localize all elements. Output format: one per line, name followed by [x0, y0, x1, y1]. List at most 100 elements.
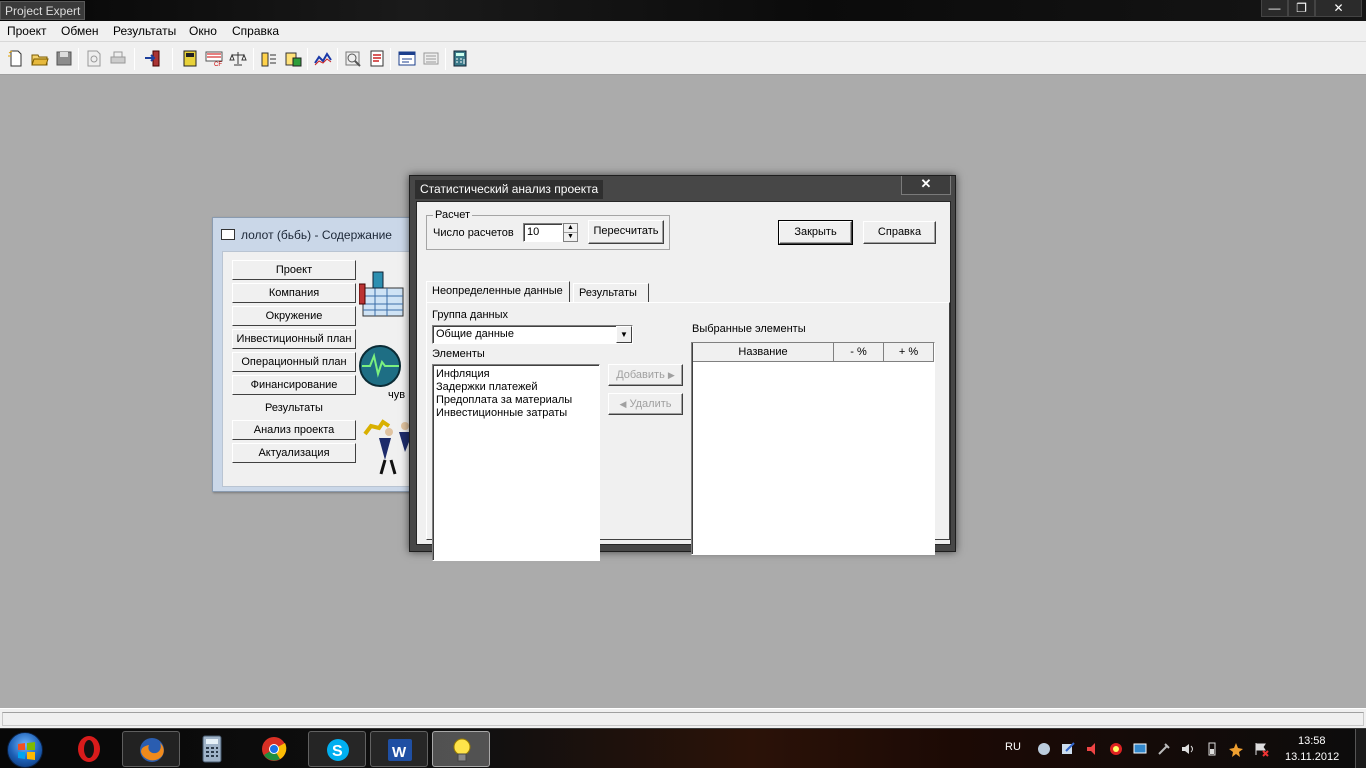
status-panel — [2, 712, 1364, 726]
new-document-icon[interactable] — [7, 50, 25, 67]
menu-window[interactable]: Окно — [189, 24, 217, 38]
nav-button-environment[interactable]: Окружение — [232, 306, 356, 326]
action-center-flag-icon[interactable] — [1253, 741, 1269, 757]
toolbar-separator — [307, 48, 308, 70]
tray-network-icon[interactable] — [1132, 741, 1148, 757]
menu-results[interactable]: Результаты — [113, 24, 176, 38]
analysis-icon[interactable] — [344, 50, 362, 67]
calculation-group: Расчет Число расчетов 10 ▲ ▼ Пересчитать — [426, 209, 670, 250]
print-icon[interactable] — [109, 50, 127, 67]
taskbar-app-word[interactable]: W — [370, 731, 428, 767]
table-icon[interactable] — [260, 50, 278, 67]
child-window-title-text: лолот (бьбь) - Содержание — [241, 228, 392, 242]
arrow-left-icon: ◀ — [619, 399, 627, 409]
language-indicator[interactable]: RU — [1005, 741, 1021, 753]
add-button-label: Добавить — [616, 369, 665, 381]
nav-button-results[interactable]: Результаты — [232, 398, 356, 418]
taskbar-app-project-expert[interactable] — [432, 731, 490, 767]
nav-button-investment-plan[interactable]: Инвестиционный план — [232, 329, 356, 349]
help-button[interactable]: Справка — [863, 221, 936, 244]
nav-button-company[interactable]: Компания — [232, 283, 356, 303]
balance-icon[interactable] — [229, 50, 247, 67]
list-item[interactable]: Инфляция — [433, 368, 599, 381]
nav-button-project-analysis[interactable]: Анализ проекта — [232, 420, 356, 440]
taskbar-app-skype[interactable]: S — [308, 731, 366, 767]
calc-count-field[interactable]: 10 — [523, 223, 563, 242]
open-folder-icon[interactable] — [31, 50, 49, 67]
toolbar-separator — [134, 48, 135, 70]
project-contents-window: лолот (бьбь) - Содержание Проект Компани… — [212, 217, 422, 492]
column-header-plus-percent[interactable]: + % — [884, 343, 934, 362]
selected-elements-table[interactable]: Название - % + % — [691, 342, 935, 555]
toolbar: CF — [0, 42, 1366, 75]
svg-text:W: W — [392, 744, 407, 761]
close-window-button[interactable]: ✕ — [1315, 0, 1362, 17]
taskbar-app-calculator[interactable] — [183, 731, 241, 767]
spinner-up-icon[interactable]: ▲ — [564, 224, 577, 233]
minimize-button[interactable]: — — [1261, 0, 1288, 17]
main-title-bar: Project Expert — ❐ ✕ — [0, 0, 1366, 21]
tray-edit-icon[interactable] — [1060, 741, 1076, 757]
chart-report-icon[interactable] — [284, 50, 302, 67]
add-button[interactable]: Добавить ▶ — [608, 364, 683, 386]
clock-date[interactable]: 13.11.2012 — [1285, 751, 1339, 763]
clock-time[interactable]: 13:58 — [1298, 735, 1326, 747]
spinner-down-icon[interactable]: ▼ — [564, 233, 577, 241]
start-button[interactable] — [7, 732, 43, 768]
close-button[interactable]: Закрыть — [778, 220, 853, 245]
list-item[interactable]: Предоплата за материалы — [433, 394, 599, 407]
window-icon[interactable] — [398, 50, 416, 67]
tray-skype-icon[interactable] — [1036, 741, 1052, 757]
toolbar-separator — [253, 48, 254, 70]
list-item[interactable]: Задержки платежей — [433, 381, 599, 394]
selected-elements-label: Выбранные элементы — [692, 323, 806, 335]
recalculate-button[interactable]: Пересчитать — [588, 220, 664, 244]
remove-button[interactable]: ◀ Удалить — [608, 393, 683, 415]
taskbar-app-firefox[interactable] — [122, 731, 180, 767]
menu-project[interactable]: Проект — [7, 24, 47, 38]
exit-icon[interactable] — [144, 50, 162, 67]
dialog-close-button[interactable]: ✕ — [901, 176, 951, 195]
tab-uncertain-data[interactable]: Неопределенные данные — [426, 281, 570, 303]
save-icon[interactable] — [55, 50, 73, 67]
calc-count-label: Число расчетов — [433, 227, 514, 239]
show-desktop-button[interactable] — [1355, 729, 1366, 768]
menu-help[interactable]: Справка — [232, 24, 279, 38]
print-preview-icon[interactable] — [85, 50, 103, 67]
tray-alert-icon[interactable] — [1084, 741, 1100, 757]
report-icon[interactable] — [368, 50, 386, 67]
list-icon[interactable] — [422, 50, 440, 67]
toolbar-separator — [78, 48, 79, 70]
chevron-down-icon[interactable]: ▼ — [616, 326, 632, 343]
volume-icon[interactable] — [1180, 741, 1196, 757]
calc-count-spinner[interactable]: ▲ ▼ — [563, 223, 578, 242]
status-bar — [0, 708, 1366, 728]
calculator-icon[interactable] — [452, 50, 470, 67]
module-icon[interactable] — [181, 50, 199, 67]
maximize-button[interactable]: ❐ — [1288, 0, 1315, 17]
elements-label: Элементы — [432, 348, 485, 360]
nav-button-operational-plan[interactable]: Операционный план — [232, 352, 356, 372]
list-item[interactable]: Инвестиционные затраты — [433, 407, 599, 420]
tab-results[interactable]: Результаты — [573, 283, 649, 303]
calculation-group-label: Расчет — [433, 209, 472, 221]
nav-button-project[interactable]: Проект — [232, 260, 356, 280]
elements-list[interactable]: Инфляция Задержки платежей Предоплата за… — [432, 364, 600, 561]
nav-button-financing[interactable]: Финансирование — [232, 375, 356, 395]
battery-icon[interactable] — [1204, 741, 1220, 757]
tray-spark-icon[interactable] — [1228, 741, 1244, 757]
graph-icon[interactable] — [314, 50, 332, 67]
column-header-minus-percent[interactable]: - % — [834, 343, 884, 362]
taskbar-app-opera[interactable] — [60, 731, 118, 767]
menu-exchange[interactable]: Обмен — [61, 24, 99, 38]
windows-logo-icon — [18, 742, 35, 760]
tray-tools-icon[interactable] — [1156, 741, 1172, 757]
column-header-name[interactable]: Название — [693, 343, 834, 362]
cash-flow-icon[interactable]: CF — [205, 50, 223, 67]
toolbar-separator — [337, 48, 338, 70]
nav-button-actualization[interactable]: Актуализация — [232, 443, 356, 463]
tray-opera-icon[interactable] — [1108, 741, 1124, 757]
data-group-select[interactable]: Общие данные ▼ — [432, 325, 633, 344]
calc-count-value: 10 — [527, 226, 540, 238]
taskbar-app-chrome[interactable] — [245, 731, 303, 767]
